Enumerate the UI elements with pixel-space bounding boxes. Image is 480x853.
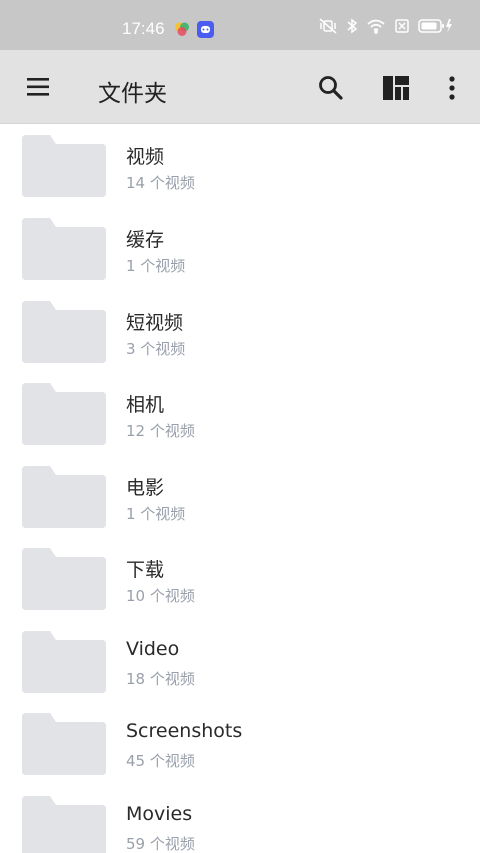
folder-video-count: 1 个视频 <box>126 505 186 523</box>
layout-toggle-button[interactable] <box>380 73 412 103</box>
folder-icon <box>22 301 106 363</box>
folder-name: Screenshots <box>126 720 243 742</box>
bluetooth-icon <box>346 18 358 38</box>
folder-video-count: 45 个视频 <box>126 752 195 770</box>
no-sim-icon <box>394 18 410 38</box>
menu-button[interactable] <box>25 74 53 100</box>
hamburger-menu-icon <box>27 78 49 96</box>
grid-layout-icon <box>383 76 409 100</box>
folder-name: Movies <box>126 803 193 825</box>
folder-icon <box>22 631 106 693</box>
search-icon <box>319 76 343 100</box>
folder-icon <box>22 383 106 445</box>
folder-icon <box>22 466 106 528</box>
folder-item[interactable]: 相机 12 个视频 <box>0 373 480 455</box>
folder-item[interactable]: 电影 1 个视频 <box>0 456 480 538</box>
folder-icon <box>22 713 106 775</box>
folder-name: 缓存 <box>126 229 165 251</box>
folder-name: 相机 <box>126 394 165 416</box>
folder-video-count: 1 个视频 <box>126 257 186 275</box>
more-vertical-icon <box>449 76 455 100</box>
page-title: 文件夹 <box>98 81 167 107</box>
wifi-icon <box>366 18 386 38</box>
folder-item[interactable]: 视频 14 个视频 <box>0 125 480 207</box>
folder-name: 视频 <box>126 146 165 168</box>
app-bar: 文件夹 <box>0 50 480 124</box>
folder-item[interactable]: Video 18 个视频 <box>0 621 480 703</box>
status-icons <box>318 18 454 38</box>
folder-name: 下载 <box>126 559 165 581</box>
folder-item[interactable]: 下载 10 个视频 <box>0 538 480 620</box>
folder-video-count: 14 个视频 <box>126 174 195 192</box>
folder-name: 电影 <box>126 477 165 499</box>
folder-item[interactable]: Screenshots 45 个视频 <box>0 703 480 785</box>
chat-bot-app-icon <box>197 21 214 42</box>
folder-video-count: 3 个视频 <box>126 340 186 358</box>
battery-charging-icon <box>418 18 454 38</box>
folder-icon <box>22 135 106 197</box>
folder-video-count: 12 个视频 <box>126 422 195 440</box>
folder-item[interactable]: 短视频 3 个视频 <box>0 291 480 373</box>
status-time: 17:46 <box>122 19 165 38</box>
search-button[interactable] <box>316 73 346 103</box>
folder-video-count: 10 个视频 <box>126 587 195 605</box>
folder-item[interactable]: 缓存 1 个视频 <box>0 208 480 290</box>
multicolor-app-icon <box>174 21 190 41</box>
folder-item[interactable]: Movies 59 个视频 <box>0 786 480 853</box>
folder-video-count: 59 个视频 <box>126 835 195 853</box>
folder-list: 视频 14 个视频 缓存 1 个视频 短视频 3 个视频 相机 12 个视频 电… <box>0 125 480 853</box>
folder-icon <box>22 218 106 280</box>
status-bar: 17:46 <box>0 0 480 50</box>
folder-icon <box>22 796 106 853</box>
more-options-button[interactable] <box>440 73 464 103</box>
folder-video-count: 18 个视频 <box>126 670 195 688</box>
folder-icon <box>22 548 106 610</box>
folder-name: 短视频 <box>126 312 184 334</box>
folder-name: Video <box>126 638 180 660</box>
mute-vibrate-icon <box>318 18 338 38</box>
